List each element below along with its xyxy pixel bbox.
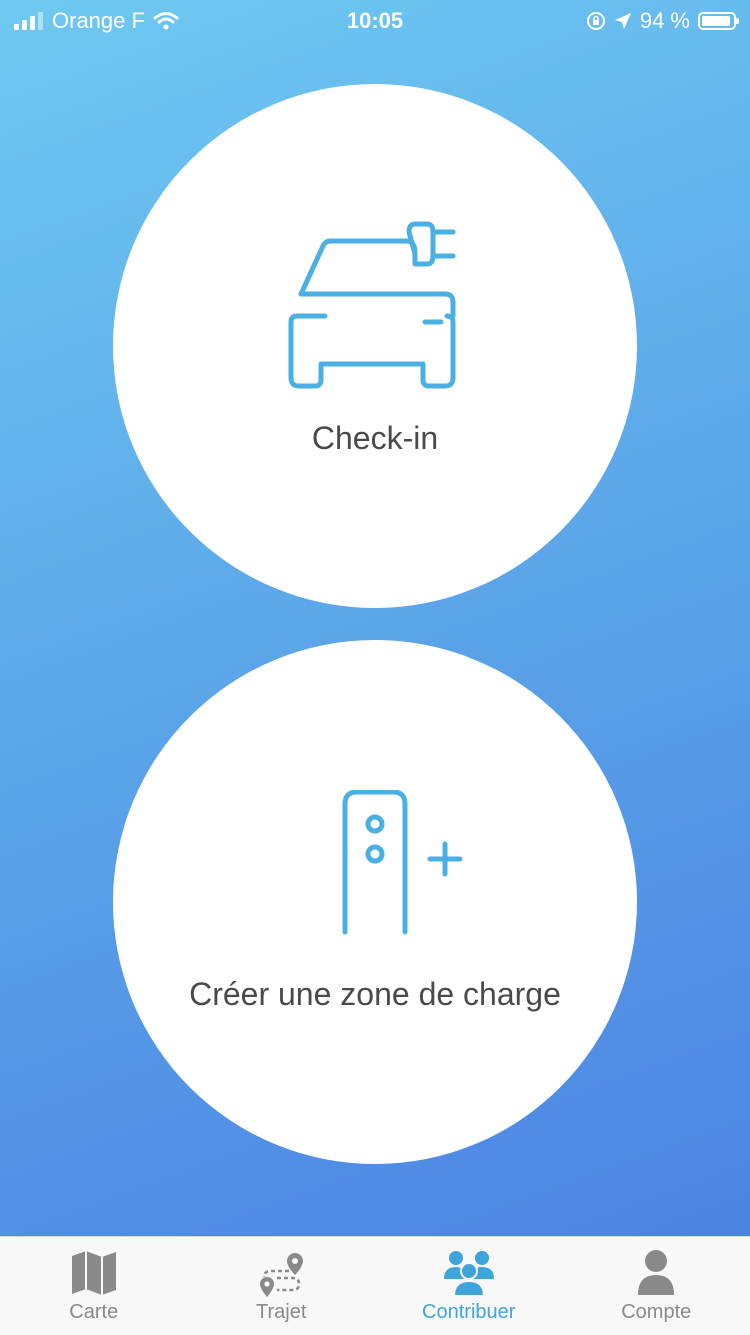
tab-carte[interactable]: Carte: [0, 1237, 188, 1335]
charging-station-add-icon: [337, 790, 467, 936]
car-charging-icon: [285, 214, 465, 394]
user-icon: [636, 1249, 676, 1297]
map-icon: [69, 1249, 119, 1297]
checkin-label: Check-in: [113, 420, 637, 457]
battery-icon: [698, 12, 736, 30]
tab-bar: Carte Trajet Contribuer: [0, 1236, 750, 1335]
status-bar: Orange F 10:05 94 %: [0, 0, 750, 40]
tab-trajet[interactable]: Trajet: [188, 1237, 376, 1335]
community-icon: [442, 1249, 496, 1297]
battery-percent: 94 %: [640, 8, 690, 34]
tab-compte[interactable]: Compte: [563, 1237, 750, 1335]
tab-carte-label: Carte: [0, 1301, 188, 1324]
battery-fill: [702, 16, 730, 26]
checkin-button[interactable]: Check-in: [113, 84, 637, 608]
location-arrow-icon: [614, 12, 632, 30]
tab-trajet-label: Trajet: [188, 1301, 376, 1324]
route-icon: [255, 1249, 307, 1301]
tab-contribuer-label: Contribuer: [375, 1301, 563, 1324]
tab-compte-label: Compte: [563, 1301, 750, 1324]
tab-contribuer[interactable]: Contribuer: [375, 1237, 563, 1335]
create-charging-zone-button[interactable]: Créer une zone de charge: [113, 640, 637, 1164]
orientation-lock-icon: [586, 11, 606, 31]
create-zone-label: Créer une zone de charge: [113, 976, 637, 1013]
status-right: 94 %: [586, 8, 736, 34]
